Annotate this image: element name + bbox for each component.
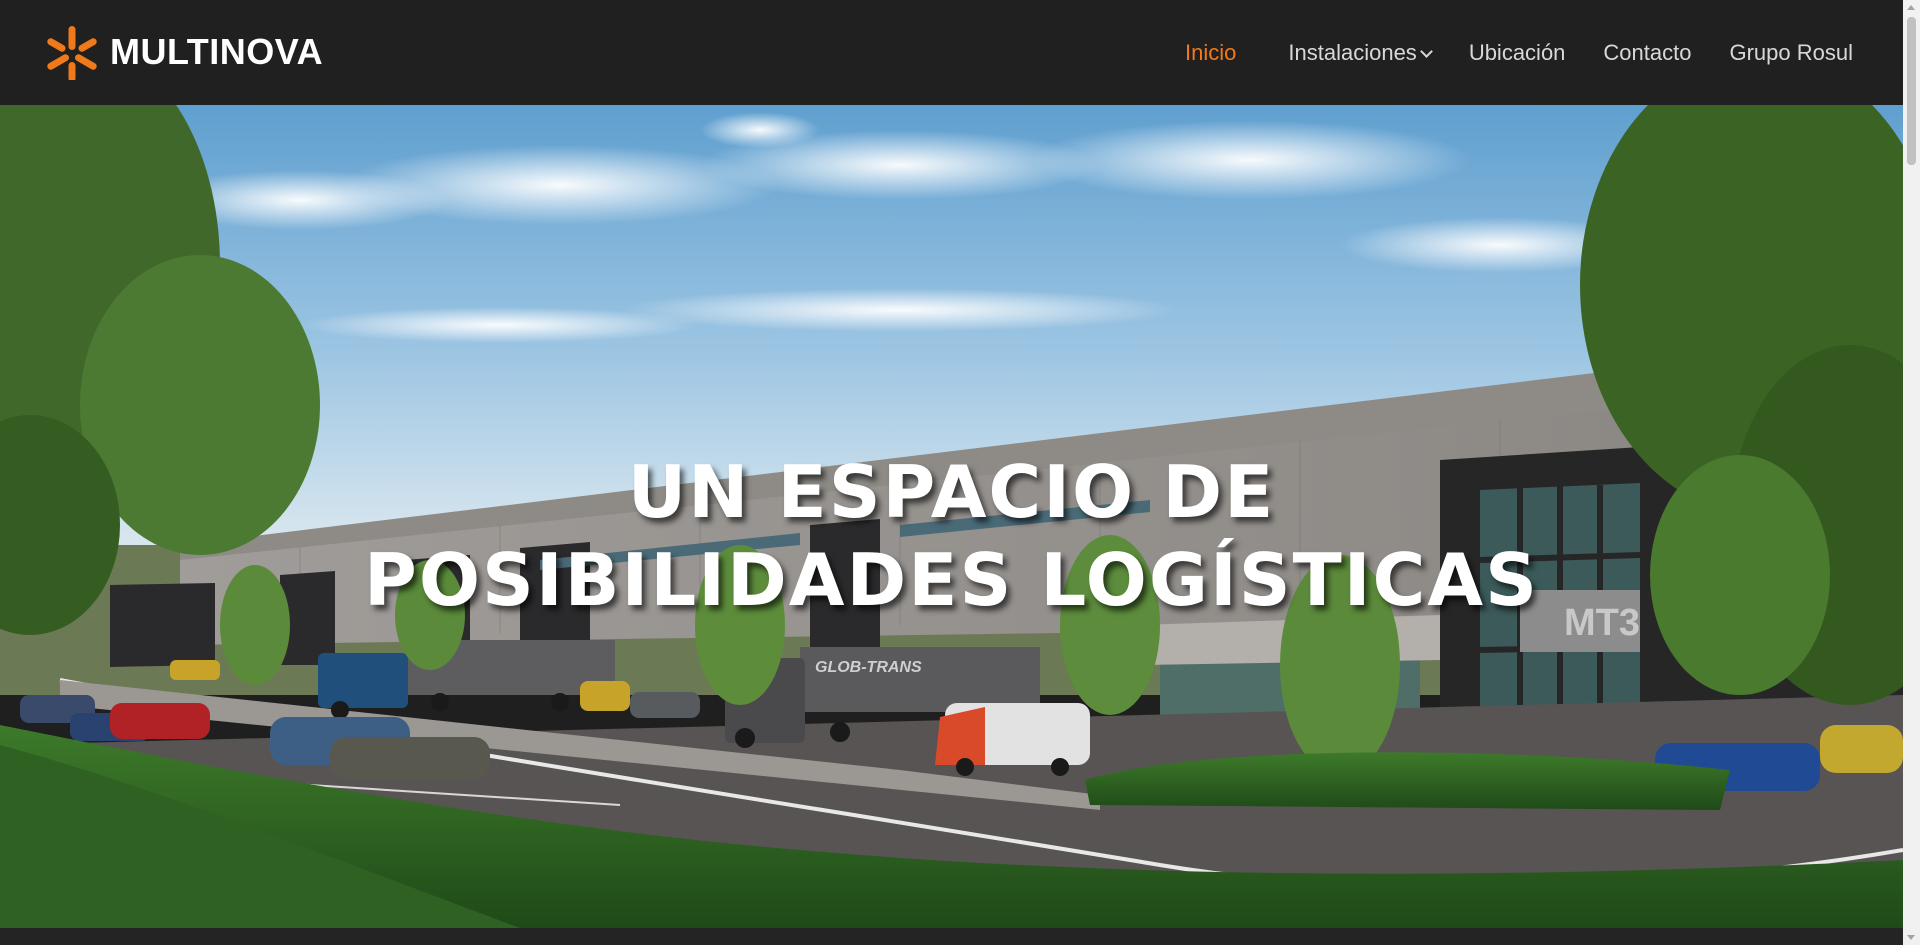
page: MULTINOVA Inicio Instalaciones Ubicación…	[0, 0, 1903, 945]
nav-item-contacto[interactable]: Contacto	[1603, 40, 1691, 66]
top-navbar: MULTINOVA Inicio Instalaciones Ubicación…	[0, 0, 1903, 105]
hero-banner: MT3 GLOB-TRANS UN ESPACIO DE POSIBILIDAD…	[0, 105, 1903, 928]
truck-brand-label: GLOB-TRANS	[815, 659, 922, 676]
nav-item-ubicacion[interactable]: Ubicación	[1469, 40, 1566, 66]
vertical-scrollbar[interactable]	[1903, 0, 1920, 945]
main-nav: Inicio Instalaciones Ubicación Contacto …	[1147, 0, 1853, 105]
brand-logo[interactable]: MULTINOVA	[46, 24, 323, 80]
hero-title: UN ESPACIO DE POSIBILIDADES LOGÍSTICAS	[0, 448, 1903, 624]
brand-name: MULTINOVA	[110, 31, 324, 72]
scrollbar-thumb[interactable]	[1907, 17, 1916, 165]
hero-title-line-1: UN ESPACIO DE	[627, 450, 1276, 535]
nav-item-inicio[interactable]: Inicio	[1185, 40, 1236, 66]
page-bottom-strip	[0, 928, 1903, 945]
scroll-up-arrow-icon[interactable]	[1907, 5, 1915, 10]
nav-item-instalaciones-label: Instalaciones	[1288, 39, 1417, 65]
chevron-down-icon	[1419, 44, 1433, 58]
scroll-down-arrow-icon[interactable]	[1907, 935, 1915, 940]
nav-item-instalaciones[interactable]: Instalaciones	[1288, 39, 1433, 66]
asterisk-star-icon	[47, 26, 97, 80]
hero-title-line-2: POSIBILIDADES LOGÍSTICAS	[364, 538, 1539, 623]
nav-item-grupo-rosul[interactable]: Grupo Rosul	[1729, 40, 1853, 66]
